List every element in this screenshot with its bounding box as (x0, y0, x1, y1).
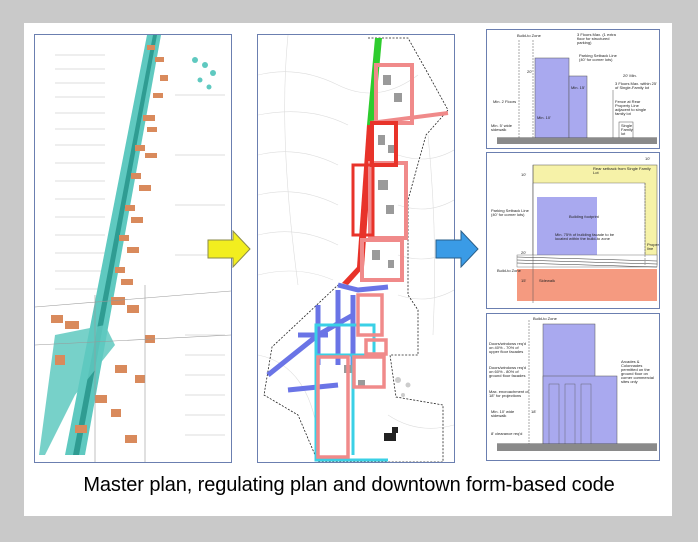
mid-rear-setback: Rear setback from Single Family Lot (593, 166, 651, 175)
mid-build-to-zone: Build-to Zone (497, 268, 521, 273)
arrow-right-yellow-icon (207, 230, 251, 268)
top-ft-20-min: 20' Min. (623, 73, 637, 78)
top-min-5-sidewalk: Min. 5' wide sidewalk (491, 123, 512, 132)
top-build-to-zone: Build-to Zone (517, 33, 541, 38)
top-min-10: Min. 10' (537, 115, 551, 120)
bot-clearance: 8' clearance req'd (491, 431, 523, 436)
slide-caption: Master plan, regulating plan and downtow… (83, 474, 615, 496)
master-plan-drawing (35, 35, 231, 462)
bot-arcades: Arcades & Colonnades permitted on the gr… (621, 359, 654, 384)
regulating-plan-panel (257, 34, 455, 463)
bot-doors-ground: Doors/windows req'd on 60% - 80% of grou… (489, 365, 527, 378)
master-plan-panel (34, 34, 232, 463)
top-floors-max-within: 3 Floors Max. within 25' of Single-Famil… (615, 81, 657, 90)
top-floors-max: 3 Floors Max. (1 extra floor for structu… (577, 32, 616, 45)
top-min-2-floors: Min. 2 Floors (493, 99, 517, 104)
top-ft-20: 20' (527, 69, 533, 74)
mid-ft-10b: 10' (521, 172, 527, 177)
arrow-right-blue-icon (435, 230, 479, 268)
bot-ft-18: 18' (531, 409, 537, 414)
mid-sidewalk: Sidewalk (539, 278, 556, 283)
mid-ft-10: 10' (645, 156, 651, 161)
bot-doors-upper: Doors/windows req'd on 40% - 70% of uppe… (489, 341, 527, 354)
top-single-family: Single Family lot (621, 123, 633, 136)
slide: Build-to Zone 3 Floors Max. (1 extra flo… (0, 0, 698, 542)
bot-max-encroachment: Max. encroachment of 18" for projections (489, 389, 529, 398)
top-min-15: Min. 15' (571, 85, 585, 90)
mid-property-line: Property line (647, 242, 660, 251)
bot-min-10-sidewalk: Min. 10' wide sidewalk (491, 409, 515, 418)
form-code-diagram-top: Build-to Zone 3 Floors Max. (1 extra flo… (486, 29, 660, 149)
bot-build-to-zone: Build-to Zone (533, 316, 557, 321)
mid-min-75: Min. 75% of building facade to be locate… (555, 232, 615, 241)
mid-ft-15: 15' (521, 278, 527, 283)
mid-ft-20: 20' (521, 250, 527, 255)
mid-building-footprint: Building footprint (569, 214, 599, 219)
form-code-diagram-middle: Rear setback from Single Family Lot 10' … (486, 152, 660, 309)
form-code-diagram-bottom: Build-to Zone Doors/windows req'd on 40%… (486, 313, 660, 461)
top-fence: Fence at Rear Property Line adjacent to … (615, 99, 647, 116)
mid-parking-setback: Parking Setback Line (40' for corner lot… (491, 208, 529, 217)
top-parking-setback: Parking Setback Line (40' for corner lot… (579, 53, 617, 62)
regulating-plan-drawing (258, 35, 454, 462)
